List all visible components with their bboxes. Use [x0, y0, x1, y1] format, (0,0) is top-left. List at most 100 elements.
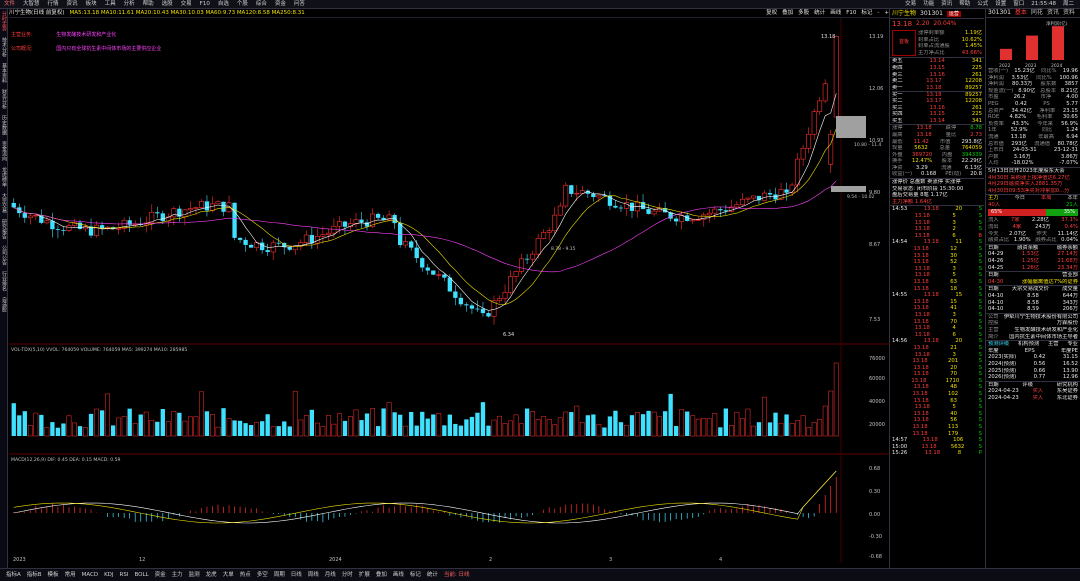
- ask-row[interactable]: 卖二 13.17 12208: [892, 78, 982, 85]
- bottom-tab[interactable]: 热点: [240, 572, 251, 579]
- bottom-tab[interactable]: 模板: [48, 572, 59, 579]
- menu-item[interactable]: 个股: [237, 1, 248, 8]
- bottom-tab[interactable]: 龙虎: [206, 572, 217, 579]
- bid-row[interactable]: 买二 13.17 12208: [892, 98, 982, 105]
- menu-item-help[interactable]: 帮助: [959, 1, 970, 8]
- bottom-tab[interactable]: KDJ: [104, 572, 113, 579]
- menu-item-settings[interactable]: 设置: [995, 1, 1006, 8]
- bottom-tab[interactable]: BOLL: [134, 572, 148, 579]
- left-rail-item[interactable]: 资金流向: [1, 141, 7, 161]
- bottom-tab[interactable]: 主力: [172, 572, 183, 579]
- left-rail-item[interactable]: 研究报告: [1, 219, 7, 239]
- bottom-tab[interactable]: 监测: [189, 572, 200, 579]
- bottom-tab[interactable]: 扩展: [359, 572, 370, 579]
- left-rail-item[interactable]: 历史数据: [1, 115, 7, 135]
- flow-tab[interactable]: 今日: [1014, 195, 1025, 202]
- news-item[interactable]: 4月29日融资净买入2881.35万: [988, 181, 1078, 188]
- bid-row[interactable]: 买三 13.16 261: [892, 105, 982, 112]
- bottom-tab[interactable]: 日线: [291, 572, 302, 579]
- menu-item-window[interactable]: 窗口: [1013, 1, 1024, 8]
- bottom-tab[interactable]: 标记: [410, 572, 421, 579]
- tool-button[interactable]: 叠加: [782, 10, 793, 17]
- left-rail-item[interactable]: 自选股: [1, 297, 7, 312]
- news-item[interactable]: 5月13日日开2023年度股东大会: [988, 168, 1078, 175]
- forecast-tab[interactable]: 主营: [1048, 341, 1059, 348]
- forecast-tab[interactable]: 专业: [1067, 341, 1078, 348]
- kline-chart[interactable]: 10.80 - 11.4 9.54 - 10.02 8.78 - 9.15 13…: [9, 18, 889, 563]
- menu-item-func[interactable]: 功能: [923, 1, 934, 8]
- menu-item[interactable]: 资讯: [67, 1, 78, 8]
- tool-button[interactable]: 多股: [798, 10, 809, 17]
- bid-row[interactable]: 买四 13.15 225: [892, 111, 982, 118]
- stock-badge[interactable]: 运营: [946, 10, 961, 17]
- bottom-tab[interactable]: 指标B: [27, 572, 42, 579]
- volume-bar: [745, 408, 751, 437]
- fund-tab[interactable]: 基本: [1015, 9, 1027, 16]
- menu-item[interactable]: F10: [200, 1, 210, 8]
- bottom-tab[interactable]: 统计: [427, 572, 438, 579]
- left-rail-item[interactable]: 技术分析: [1, 37, 7, 57]
- flow-tab[interactable]: 本年: [1067, 195, 1078, 202]
- bottom-tab[interactable]: 叠加: [376, 572, 387, 579]
- fund-tab[interactable]: 资讯: [1047, 9, 1059, 16]
- ask-row[interactable]: 卖三 13.16 261: [892, 72, 982, 79]
- tick-row: 14:55 13.18 15 S: [892, 292, 982, 299]
- ask-row[interactable]: 卖五 13.14 341: [892, 58, 982, 65]
- menu-item[interactable]: 板块: [86, 1, 97, 8]
- menu-item[interactable]: 工具: [105, 1, 116, 8]
- tool-button[interactable]: 画线: [830, 10, 841, 17]
- left-rail-item[interactable]: 公司公告: [1, 245, 7, 265]
- menu-item-news[interactable]: 资讯: [941, 1, 952, 8]
- news-item[interactable]: 4月30日 采购涨上报净值达6.27亿: [988, 175, 1078, 182]
- bottom-tab[interactable]: 月线: [325, 572, 336, 579]
- tool-button[interactable]: 统计: [814, 10, 825, 17]
- bid-row[interactable]: 买一 13.18 89257: [892, 91, 982, 98]
- fund-tab[interactable]: 同花: [1031, 9, 1043, 16]
- menu-item-trade[interactable]: 交易: [905, 1, 916, 8]
- tool-button[interactable]: F10: [846, 10, 856, 17]
- menu-item[interactable]: 帮助: [143, 1, 154, 8]
- news-item[interactable]: 4月30日09:53净买对冲累加0...分: [988, 188, 1078, 195]
- bottom-tab[interactable]: 周线: [308, 572, 319, 579]
- note-text: 生物发酵技术研发和产业化: [56, 32, 117, 38]
- bottom-tab[interactable]: RSI: [120, 572, 129, 579]
- bottom-tab[interactable]: 画线: [393, 572, 404, 579]
- menu-item[interactable]: 综合: [256, 1, 267, 8]
- bottom-tab[interactable]: 多空: [257, 572, 268, 579]
- bottom-tab[interactable]: 分时: [342, 572, 353, 579]
- bottom-tab[interactable]: 常用: [65, 572, 76, 579]
- flow-tab[interactable]: 本周: [1041, 195, 1052, 202]
- menu-item-formula[interactable]: 公式: [977, 1, 988, 8]
- kline-svg[interactable]: 10.80 - 11.4 9.54 - 10.02 8.78 - 9.15 13…: [9, 18, 889, 563]
- left-rail-item[interactable]: 龙虎榜单: [1, 167, 7, 187]
- left-rail-item[interactable]: 财务分析: [1, 89, 7, 109]
- menu-item[interactable]: 交易: [181, 1, 192, 8]
- menu-item[interactable]: 问答: [294, 1, 305, 8]
- menu-item[interactable]: 资金: [275, 1, 286, 8]
- menu-item[interactable]: 行情: [48, 1, 59, 8]
- bottom-tab[interactable]: 指标A: [6, 572, 21, 579]
- tool-button[interactable]: 复权: [766, 10, 777, 17]
- forecast-tab[interactable]: 机构预测: [1018, 341, 1039, 348]
- menu-item[interactable]: 分析: [124, 1, 135, 8]
- left-rail-item[interactable]: 基本资料: [1, 63, 7, 83]
- bottom-tab[interactable]: 大单: [223, 572, 234, 579]
- volume-bar: [491, 419, 497, 437]
- ask-row[interactable]: 卖一 13.18 89257: [892, 85, 982, 92]
- fund-tab[interactable]: 资料: [1063, 9, 1075, 16]
- tick-list[interactable]: 14:53 13.18 20 S 13.18 5 S 13.18 3 S 13.18 2 S 13.18 6…: [890, 205, 984, 457]
- menu-item[interactable]: 选股: [162, 1, 173, 8]
- menu-item[interactable]: 大智慧: [23, 1, 40, 8]
- zoom-out-button[interactable]: -: [877, 10, 879, 17]
- menu-item[interactable]: 自选: [218, 1, 229, 8]
- ask-row[interactable]: 卖四 13.15 225: [892, 65, 982, 72]
- bid-row[interactable]: 买五 13.14 341: [892, 118, 982, 125]
- bottom-tab[interactable]: MACD: [82, 572, 99, 579]
- bottom-tab[interactable]: 资金: [155, 572, 166, 579]
- left-rail-item[interactable]: 大宗交易: [1, 193, 7, 213]
- tool-button[interactable]: 标记: [861, 10, 872, 17]
- bottom-tab[interactable]: 周期: [274, 572, 285, 579]
- left-rail-item[interactable]: 分时走势: [1, 11, 7, 31]
- menu-item[interactable]: 文件: [4, 1, 15, 8]
- left-rail-item[interactable]: 行业排名: [1, 271, 7, 291]
